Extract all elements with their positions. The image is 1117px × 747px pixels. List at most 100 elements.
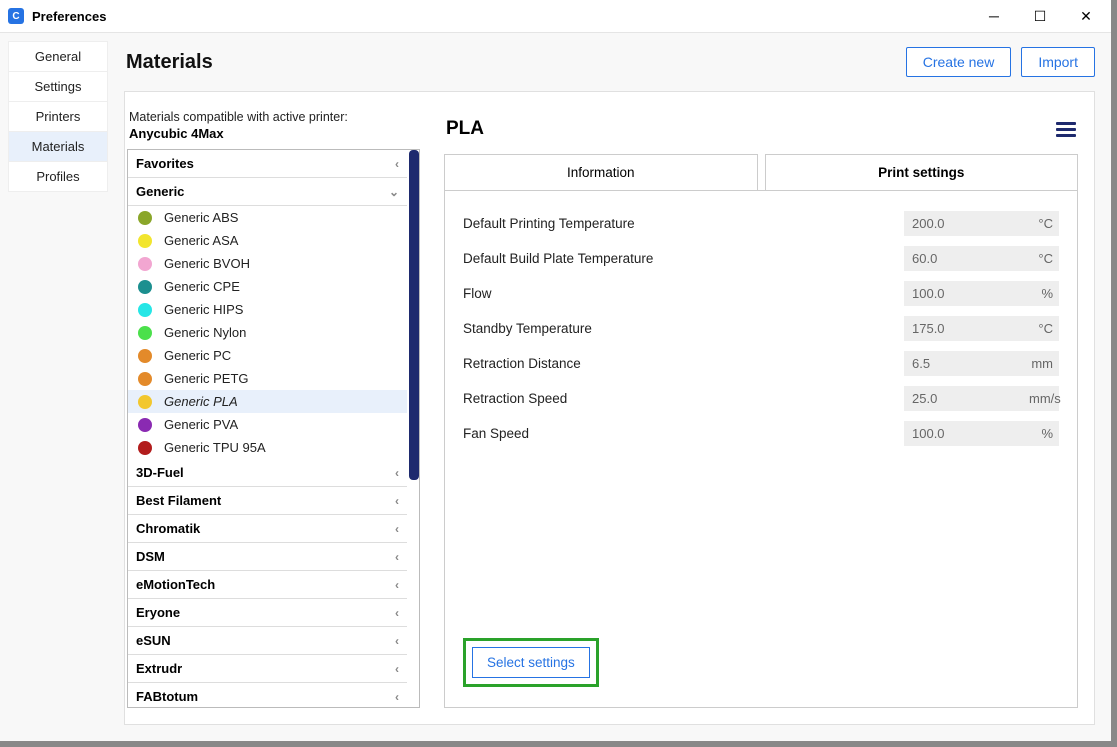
material-group-3d-fuel[interactable]: 3D-Fuel‹ xyxy=(128,459,407,487)
setting-unit: % xyxy=(1029,421,1059,446)
setting-unit: mm xyxy=(1029,351,1059,376)
setting-label: Retraction Speed xyxy=(463,391,904,406)
setting-value-input[interactable]: 25.0 xyxy=(904,386,1029,411)
setting-unit: °C xyxy=(1029,316,1059,341)
material-swatch-icon xyxy=(138,303,152,317)
select-settings-button[interactable]: Select settings xyxy=(472,647,590,678)
chevron-left-icon: ‹ xyxy=(395,550,399,564)
setting-label: Standby Temperature xyxy=(463,321,904,336)
material-item[interactable]: Generic PVA xyxy=(128,413,407,436)
setting-unit: mm/s xyxy=(1029,386,1059,411)
setting-value-input[interactable]: 175.0 xyxy=(904,316,1029,341)
setting-row: Standby Temperature175.0°C xyxy=(463,316,1059,341)
setting-label: Fan Speed xyxy=(463,426,904,441)
material-item-label: Generic PVA xyxy=(164,417,238,432)
create-new-button[interactable]: Create new xyxy=(906,47,1012,77)
material-swatch-icon xyxy=(138,326,152,340)
material-item[interactable]: Generic PETG xyxy=(128,367,407,390)
setting-value-input[interactable]: 200.0 xyxy=(904,211,1029,236)
material-group-extrudr[interactable]: Extrudr‹ xyxy=(128,655,407,683)
material-group-eryone[interactable]: Eryone‹ xyxy=(128,599,407,627)
material-group-best-filament[interactable]: Best Filament‹ xyxy=(128,487,407,515)
maximize-button[interactable]: ☐ xyxy=(1017,0,1063,32)
setting-row: Default Build Plate Temperature60.0°C xyxy=(463,246,1059,271)
compat-label: Materials compatible with active printer… xyxy=(127,110,420,124)
window-shadow-bottom xyxy=(0,741,1117,747)
material-item[interactable]: Generic TPU 95A xyxy=(128,436,407,459)
app-icon: C xyxy=(8,8,24,24)
setting-value-input[interactable]: 100.0 xyxy=(904,421,1029,446)
material-swatch-icon xyxy=(138,349,152,363)
material-item[interactable]: Generic Nylon xyxy=(128,321,407,344)
setting-value-input[interactable]: 100.0 xyxy=(904,281,1029,306)
material-item-label: Generic PETG xyxy=(164,371,249,386)
material-item-label: Generic CPE xyxy=(164,279,240,294)
chevron-left-icon: ‹ xyxy=(395,690,399,704)
chevron-left-icon: ‹ xyxy=(395,522,399,536)
chevron-down-icon: ⌄ xyxy=(389,185,399,199)
material-menu-icon[interactable] xyxy=(1056,119,1076,140)
material-swatch-icon xyxy=(138,211,152,225)
chevron-left-icon: ‹ xyxy=(395,662,399,676)
setting-row: Flow100.0% xyxy=(463,281,1059,306)
material-swatch-icon xyxy=(138,234,152,248)
setting-label: Default Printing Temperature xyxy=(463,216,904,231)
setting-label: Retraction Distance xyxy=(463,356,904,371)
close-button[interactable]: ✕ xyxy=(1063,0,1109,32)
material-item[interactable]: Generic CPE xyxy=(128,275,407,298)
setting-row: Fan Speed100.0% xyxy=(463,421,1059,446)
sidebar-item-materials[interactable]: Materials xyxy=(8,131,108,162)
setting-row: Retraction Speed25.0mm/s xyxy=(463,386,1059,411)
setting-unit: % xyxy=(1029,281,1059,306)
preferences-sidebar: GeneralSettingsPrintersMaterialsProfiles xyxy=(0,33,112,741)
setting-value-input[interactable]: 6.5 xyxy=(904,351,1029,376)
sidebar-item-settings[interactable]: Settings xyxy=(8,71,108,102)
material-swatch-icon xyxy=(138,441,152,455)
chevron-left-icon: ‹ xyxy=(395,578,399,592)
material-swatch-icon xyxy=(138,257,152,271)
material-group-generic[interactable]: Generic⌄ xyxy=(128,178,407,206)
material-item[interactable]: Generic HIPS xyxy=(128,298,407,321)
material-item[interactable]: Generic PC xyxy=(128,344,407,367)
material-item-label: Generic Nylon xyxy=(164,325,246,340)
import-button[interactable]: Import xyxy=(1021,47,1095,77)
tab-information[interactable]: Information xyxy=(444,154,758,190)
material-item-label: Generic BVOH xyxy=(164,256,250,271)
material-item[interactable]: Generic ABS xyxy=(128,206,407,229)
material-item-label: Generic HIPS xyxy=(164,302,243,317)
material-item-label: Generic ABS xyxy=(164,210,238,225)
material-list-scrollbar[interactable] xyxy=(409,150,419,480)
material-group-esun[interactable]: eSUN‹ xyxy=(128,627,407,655)
setting-row: Default Printing Temperature200.0°C xyxy=(463,211,1059,236)
chevron-left-icon: ‹ xyxy=(395,157,399,171)
tab-print-settings[interactable]: Print settings xyxy=(765,154,1079,190)
material-item-label: Generic PLA xyxy=(164,394,238,409)
chevron-left-icon: ‹ xyxy=(395,634,399,648)
material-group-dsm[interactable]: DSM‹ xyxy=(128,543,407,571)
material-swatch-icon xyxy=(138,395,152,409)
material-group-fabtotum[interactable]: FABtotum‹ xyxy=(128,683,407,707)
select-settings-highlight: Select settings xyxy=(463,638,599,687)
setting-value-input[interactable]: 60.0 xyxy=(904,246,1029,271)
minimize-button[interactable]: ─ xyxy=(971,0,1017,32)
sidebar-item-printers[interactable]: Printers xyxy=(8,101,108,132)
material-title: PLA xyxy=(446,118,484,140)
material-swatch-icon xyxy=(138,418,152,432)
material-swatch-icon xyxy=(138,280,152,294)
material-swatch-icon xyxy=(138,372,152,386)
page-title: Materials xyxy=(126,51,213,74)
setting-row: Retraction Distance6.5mm xyxy=(463,351,1059,376)
material-group-favorites[interactable]: Favorites‹ xyxy=(128,150,407,178)
sidebar-item-profiles[interactable]: Profiles xyxy=(8,161,108,192)
material-group-emotiontech[interactable]: eMotionTech‹ xyxy=(128,571,407,599)
material-item-label: Generic ASA xyxy=(164,233,238,248)
material-item[interactable]: Generic ASA xyxy=(128,229,407,252)
active-printer-name: Anycubic 4Max xyxy=(127,126,420,141)
chevron-left-icon: ‹ xyxy=(395,466,399,480)
material-group-chromatik[interactable]: Chromatik‹ xyxy=(128,515,407,543)
material-item[interactable]: Generic BVOH xyxy=(128,252,407,275)
setting-label: Default Build Plate Temperature xyxy=(463,251,904,266)
material-item[interactable]: Generic PLA xyxy=(128,390,407,413)
sidebar-item-general[interactable]: General xyxy=(8,41,108,72)
window-shadow-right xyxy=(1111,0,1117,741)
